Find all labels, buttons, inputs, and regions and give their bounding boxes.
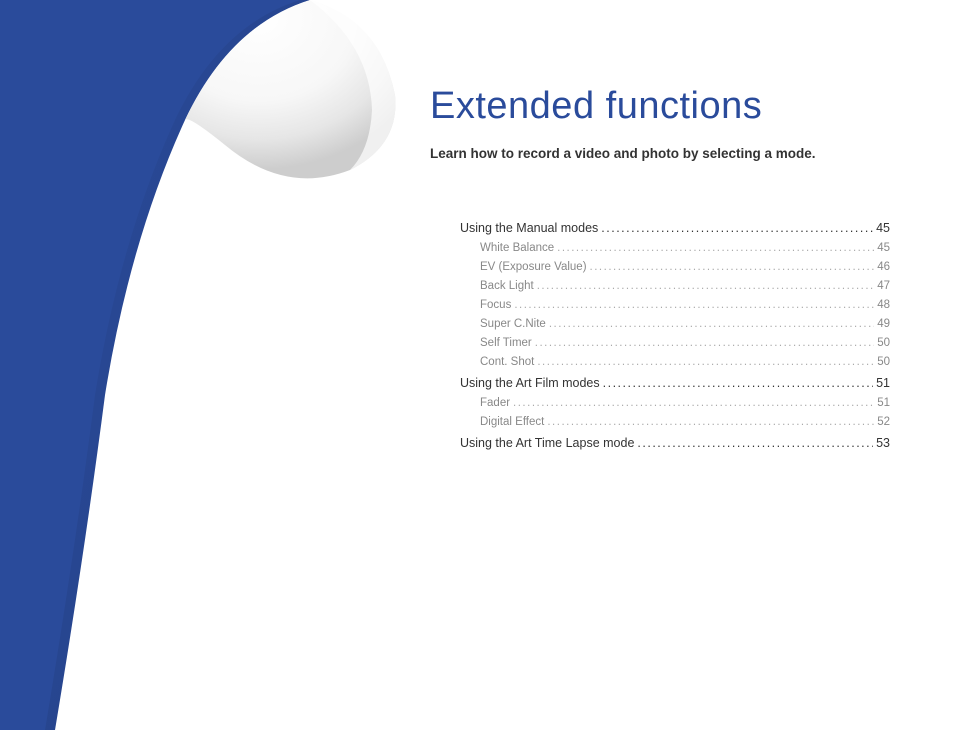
toc-leader-dots (590, 261, 875, 273)
toc-item-page: 49 (877, 318, 890, 330)
toc-section-page: 53 (876, 436, 890, 450)
toc-item-label: Fader (480, 397, 510, 409)
toc-item-page: 46 (877, 261, 890, 273)
toc-leader-dots (513, 397, 874, 409)
chapter-divider-panel (0, 0, 380, 730)
toc-leader-dots (603, 376, 873, 390)
toc-item-label: EV (Exposure Value) (480, 261, 587, 273)
toc-item-page: 51 (877, 397, 890, 409)
toc-section-label: Using the Art Time Lapse mode (460, 436, 634, 450)
toc-item-label: White Balance (480, 242, 554, 254)
toc-item-label: Super C.Nite (480, 318, 546, 330)
toc-item[interactable]: Self Timer 50 (460, 337, 890, 349)
toc-item-label: Cont. Shot (480, 356, 534, 368)
toc-item[interactable]: Super C.Nite 49 (460, 318, 890, 330)
toc-item-label: Back Light (480, 280, 534, 292)
toc-leader-dots (535, 337, 874, 349)
toc-section-label: Using the Art Film modes (460, 376, 600, 390)
toc-item-page: 45 (877, 242, 890, 254)
toc-leader-dots (514, 299, 874, 311)
toc-item[interactable]: White Balance 45 (460, 242, 890, 254)
toc-item-page: 50 (877, 337, 890, 349)
toc-item[interactable]: Focus 48 (460, 299, 890, 311)
toc-section[interactable]: Using the Art Time Lapse mode 53 (460, 436, 890, 450)
toc-item-page: 47 (877, 280, 890, 292)
toc-item[interactable]: Digital Effect 52 (460, 416, 890, 428)
toc-leader-dots (601, 221, 873, 235)
toc-item-label: Digital Effect (480, 416, 544, 428)
toc-item-page: 48 (877, 299, 890, 311)
toc-item-label: Self Timer (480, 337, 532, 349)
toc-item[interactable]: Back Light 47 (460, 280, 890, 292)
chapter-subtitle: Learn how to record a video and photo by… (430, 146, 904, 161)
main-content: Extended functions Learn how to record a… (430, 85, 904, 458)
toc-leader-dots (537, 356, 874, 368)
toc-section-page: 51 (876, 376, 890, 390)
toc-item-page: 52 (877, 416, 890, 428)
toc-section[interactable]: Using the Art Film modes 51 (460, 376, 890, 390)
chapter-title: Extended functions (430, 85, 904, 128)
table-of-contents: Using the Manual modes 45 White Balance … (460, 221, 890, 450)
toc-item-page: 50 (877, 356, 890, 368)
toc-item[interactable]: Fader 51 (460, 397, 890, 409)
toc-leader-dots (637, 436, 873, 450)
toc-section-label: Using the Manual modes (460, 221, 598, 235)
toc-leader-dots (557, 242, 874, 254)
toc-item[interactable]: EV (Exposure Value) 46 (460, 261, 890, 273)
toc-leader-dots (549, 318, 874, 330)
toc-section-page: 45 (876, 221, 890, 235)
toc-item-label: Focus (480, 299, 511, 311)
toc-section[interactable]: Using the Manual modes 45 (460, 221, 890, 235)
toc-item[interactable]: Cont. Shot 50 (460, 356, 890, 368)
toc-leader-dots (537, 280, 875, 292)
toc-leader-dots (547, 416, 874, 428)
